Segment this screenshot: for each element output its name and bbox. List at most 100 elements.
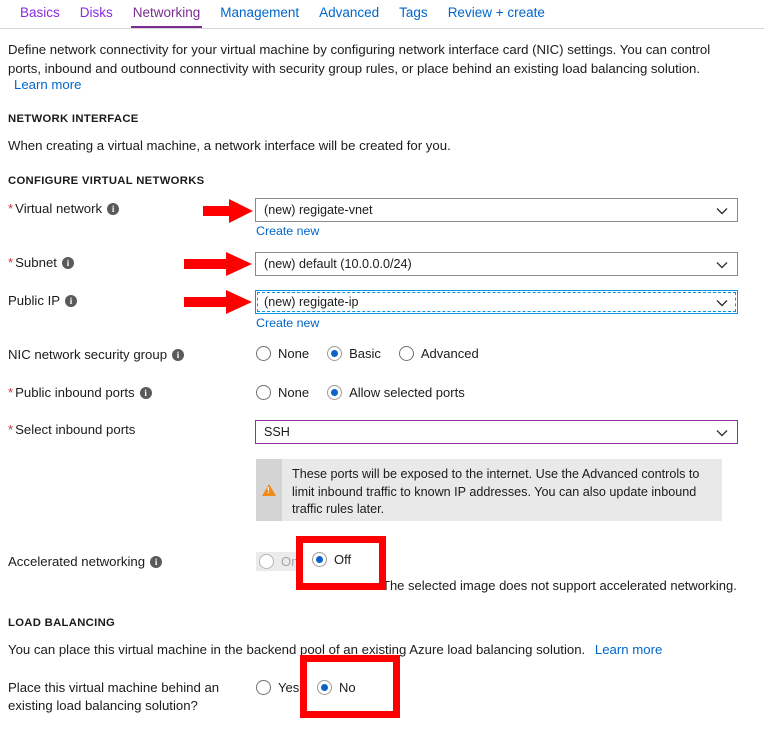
label-text: Accelerated networking	[8, 554, 146, 569]
tab-label: Basics	[20, 5, 60, 20]
tab-basics[interactable]: Basics	[10, 0, 70, 28]
nic-nsg-radio-group: None Basic Advanced	[256, 346, 497, 361]
load-balancing-no-overlay: No	[317, 680, 374, 695]
radio-dot	[256, 385, 271, 400]
tab-advanced[interactable]: Advanced	[309, 0, 389, 28]
subnet-value: (new) default (10.0.0.0/24)	[264, 257, 412, 271]
label-nic-network-security-group: NIC network security group	[8, 347, 185, 362]
load-balancing-description-text: You can place this virtual machine in th…	[8, 642, 586, 657]
label-text: Subnet	[15, 255, 57, 270]
public-inbound-ports-radio-group: None Allow selected ports	[256, 385, 483, 400]
radio-dot	[259, 554, 274, 569]
intro-learn-more-wrap: Learn more	[14, 76, 81, 93]
annotation-arrow-public-ip	[184, 290, 252, 314]
public-ip-create-new-link[interactable]: Create new	[256, 316, 319, 330]
radio-label: Allow selected ports	[349, 385, 465, 400]
info-icon[interactable]	[139, 387, 152, 399]
warning-triangle-icon	[262, 484, 276, 496]
annotation-arrow-subnet	[184, 252, 252, 276]
warning-icon-column	[256, 459, 282, 521]
subnet-dropdown[interactable]: (new) default (10.0.0.0/24)	[255, 252, 738, 276]
info-icon[interactable]	[150, 556, 163, 568]
radio-label: Basic	[349, 346, 381, 361]
select-inbound-ports-dropdown[interactable]: SSH	[255, 420, 738, 444]
radio-inbound-none[interactable]: None	[256, 385, 309, 400]
learn-more-link[interactable]: Learn more	[14, 77, 81, 92]
radio-nic-nsg-none[interactable]: None	[256, 346, 309, 361]
virtual-network-create-new-link[interactable]: Create new	[256, 224, 319, 238]
label-virtual-network: * Virtual network	[8, 201, 120, 216]
radio-accelerated-on: On	[256, 552, 305, 571]
label-text: Select inbound ports	[15, 422, 136, 437]
tab-management[interactable]: Management	[210, 0, 309, 28]
chevron-down-icon	[716, 421, 728, 443]
label-text: NIC network security group	[8, 347, 168, 362]
info-icon[interactable]	[61, 257, 74, 269]
radio-nic-nsg-basic[interactable]: Basic	[327, 346, 381, 361]
accelerated-networking-off-overlay: Off	[312, 552, 369, 567]
label-place-behind-load-balancer: Place this virtual machine behind an exi…	[8, 680, 220, 713]
chevron-down-icon	[716, 291, 728, 313]
radio-inbound-allow-selected[interactable]: Allow selected ports	[327, 385, 465, 400]
label-select-inbound-ports: * Select inbound ports	[8, 422, 135, 437]
radio-load-balancing-yes[interactable]: Yes	[256, 680, 299, 695]
select-inbound-ports-value: SSH	[264, 425, 290, 439]
radio-dot	[256, 346, 271, 361]
radio-dot	[317, 680, 332, 695]
info-icon[interactable]	[172, 349, 185, 361]
virtual-network-dropdown[interactable]: (new) regigate-vnet	[255, 198, 738, 222]
virtual-network-value: (new) regigate-vnet	[264, 203, 373, 217]
tab-label: Tags	[399, 5, 428, 20]
tab-label: Review + create	[447, 5, 545, 20]
label-text: Public inbound ports	[15, 385, 135, 400]
accelerated-networking-note: The selected image does not support acce…	[382, 578, 737, 593]
radio-label: On	[281, 554, 299, 569]
tab-label: Networking	[132, 5, 201, 20]
annotation-arrow-virtual-network	[203, 199, 253, 223]
label-public-inbound-ports: * Public inbound ports	[8, 385, 152, 400]
section-heading-configure-virtual-networks: CONFIGURE VIRTUAL NETWORKS	[8, 175, 205, 187]
network-interface-description: When creating a virtual machine, a netwo…	[8, 138, 451, 153]
label-public-ip: Public IP	[8, 293, 78, 308]
inbound-ports-warning-banner: These ports will be exposed to the inter…	[256, 459, 722, 521]
info-icon[interactable]	[65, 295, 78, 307]
radio-nic-nsg-advanced[interactable]: Advanced	[398, 346, 479, 361]
section-heading-network-interface: NETWORK INTERFACE	[8, 113, 139, 125]
required-asterisk: *	[8, 255, 14, 270]
radio-label: Yes	[278, 680, 300, 695]
warning-text: These ports will be exposed to the inter…	[292, 467, 700, 516]
tab-label: Advanced	[319, 5, 380, 20]
tab-label: Disks	[79, 5, 113, 20]
radio-dot	[312, 552, 327, 567]
required-asterisk: *	[8, 422, 14, 437]
tab-disks[interactable]: Disks	[70, 0, 123, 28]
chevron-down-icon	[716, 199, 728, 221]
intro-paragraph: Define network connectivity for your vir…	[8, 42, 711, 76]
wizard-tab-bar: Basics Disks Networking Management Advan…	[0, 0, 764, 29]
tab-label: Management	[220, 5, 300, 20]
radio-label: Off	[334, 552, 352, 567]
radio-load-balancing-no-highlighted[interactable]: No	[317, 680, 356, 695]
label-text: Virtual network	[15, 201, 103, 216]
azure-create-vm-networking-page: Basics Disks Networking Management Advan…	[0, 0, 764, 733]
required-asterisk: *	[8, 385, 14, 400]
tab-networking[interactable]: Networking	[123, 0, 211, 28]
chevron-down-icon	[716, 253, 728, 275]
info-icon[interactable]	[107, 203, 120, 215]
radio-dot	[327, 385, 343, 400]
radio-label: No	[339, 680, 356, 695]
label-text: Public IP	[8, 293, 61, 308]
public-ip-dropdown[interactable]: (new) regigate-ip	[255, 290, 738, 314]
required-asterisk: *	[8, 201, 14, 216]
label-subnet: * Subnet	[8, 255, 74, 270]
radio-accelerated-off-highlighted[interactable]: Off	[312, 552, 351, 567]
radio-label: Advanced	[420, 346, 479, 361]
radio-label: None	[278, 346, 310, 361]
load-balancing-description: You can place this virtual machine in th…	[8, 642, 662, 657]
load-balancing-learn-more-link[interactable]: Learn more	[595, 642, 662, 657]
tab-review-create[interactable]: Review + create	[438, 0, 555, 28]
radio-dot	[327, 346, 343, 361]
tab-tags[interactable]: Tags	[389, 0, 438, 28]
label-accelerated-networking: Accelerated networking	[8, 554, 163, 569]
radio-label: None	[278, 385, 310, 400]
